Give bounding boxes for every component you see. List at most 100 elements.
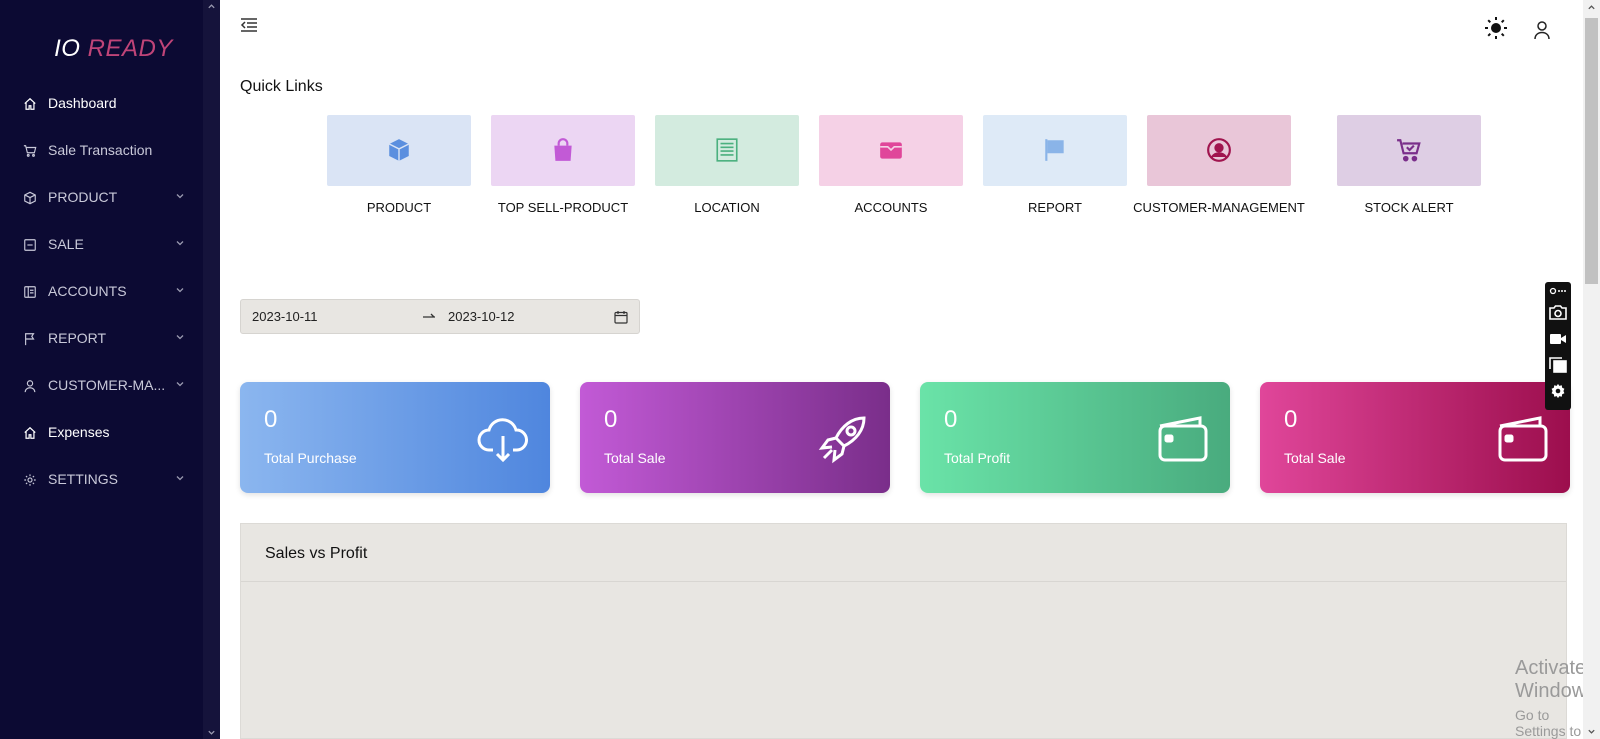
- user-circle-icon: [1207, 138, 1231, 162]
- quick-link-tile[interactable]: [655, 115, 799, 186]
- brand-logo[interactable]: IO READY: [0, 35, 227, 63]
- sun-icon[interactable]: [1484, 16, 1508, 40]
- brand-part-io: IO: [54, 35, 81, 62]
- calendar-icon[interactable]: [614, 310, 628, 324]
- sidebar-item-sale[interactable]: SALE: [0, 225, 203, 265]
- panel-title: Sales vs Profit: [265, 545, 368, 562]
- gear-icon: [24, 474, 36, 486]
- cloud-download-icon: [477, 418, 528, 463]
- quick-link-customer-management[interactable]: CUSTOMER-MANAGEMENT: [1133, 115, 1305, 215]
- sidebar-item-label: Expenses: [48, 424, 110, 440]
- home-icon: [24, 97, 36, 110]
- quick-link-report[interactable]: REPORT: [983, 115, 1127, 215]
- panel-divider: [241, 581, 1566, 582]
- quick-link-tile[interactable]: [983, 115, 1127, 186]
- scroll-up-icon[interactable]: [207, 2, 216, 11]
- chevron-down-icon: [176, 241, 184, 246]
- quick-link-tile[interactable]: [491, 115, 635, 186]
- sidebar-item-label: PRODUCT: [48, 189, 118, 205]
- quick-link-tile[interactable]: [327, 115, 471, 186]
- cube-icon: [24, 191, 36, 205]
- home-icon: [24, 426, 36, 439]
- stat-value: 0: [604, 406, 618, 433]
- wallet-icon: [1498, 416, 1548, 462]
- sidebar-item-sale-transaction[interactable]: Sale Transaction: [0, 131, 203, 171]
- stat-value: 0: [1284, 406, 1298, 433]
- sidebar-item-label: ACCOUNTS: [48, 283, 127, 299]
- stat-card-total-profit[interactable]: 0 Total Profit: [920, 382, 1230, 493]
- cart-check-icon: [1397, 139, 1421, 162]
- user-icon: [24, 380, 36, 393]
- quick-link-accounts[interactable]: ACCOUNTS: [819, 115, 963, 215]
- menu-toggle-icon[interactable]: [240, 17, 258, 33]
- sidebar-item-report[interactable]: REPORT: [0, 319, 203, 359]
- wallet-icon: [880, 142, 902, 159]
- sidebar-item-customer-management[interactable]: CUSTOMER-MA...: [0, 366, 203, 406]
- quick-link-tile[interactable]: [1147, 115, 1291, 186]
- windows-icon[interactable]: [1549, 357, 1567, 373]
- ledger-icon: [24, 286, 36, 298]
- floating-capture-toolbar: [1545, 282, 1571, 410]
- scroll-down-icon[interactable]: [1587, 727, 1596, 736]
- quick-link-stock-alert[interactable]: STOCK ALERT: [1337, 115, 1481, 215]
- stat-value: 0: [264, 406, 278, 433]
- cube-icon: [388, 139, 410, 161]
- scrollbar-thumb[interactable]: [1585, 18, 1598, 284]
- quick-link-location[interactable]: LOCATION: [655, 115, 799, 215]
- quick-links-title: Quick Links: [240, 78, 323, 95]
- quick-link-tile[interactable]: [819, 115, 963, 186]
- scroll-up-icon[interactable]: [1587, 3, 1596, 12]
- more-icon[interactable]: [1549, 286, 1567, 296]
- rocket-icon: [818, 416, 866, 464]
- chevron-down-icon: [176, 194, 184, 199]
- sidebar-item-label: SALE: [48, 236, 84, 252]
- sidebar: IO READY Dashboard Sale Transaction PROD…: [0, 0, 203, 739]
- sidebar-item-settings[interactable]: SETTINGS: [0, 460, 203, 500]
- stat-label: Total Purchase: [264, 450, 357, 466]
- chevron-down-icon: [176, 382, 184, 387]
- flag-icon: [1045, 139, 1064, 161]
- stat-label: Total Profit: [944, 450, 1011, 466]
- shopping-bag-icon: [554, 138, 572, 161]
- date-range-start[interactable]: 2023-10-11: [252, 309, 318, 324]
- sidebar-item-label: REPORT: [48, 330, 107, 346]
- sidebar-item-expenses[interactable]: Expenses: [0, 413, 203, 453]
- sidebar-item-dashboard[interactable]: Dashboard: [0, 84, 203, 124]
- video-icon[interactable]: [1549, 331, 1567, 347]
- stat-label: Total Sale: [1284, 450, 1346, 466]
- quick-link-product[interactable]: PRODUCT: [327, 115, 471, 215]
- sidebar-item-label: CUSTOMER-MA...: [48, 377, 166, 393]
- date-range-end[interactable]: 2023-10-12: [448, 309, 515, 324]
- main-content: Quick Links PRODUCT TOP SELL-PRODUCT LOC…: [220, 0, 1596, 739]
- scroll-down-icon[interactable]: [207, 728, 216, 737]
- arrow-right-icon: [423, 313, 435, 318]
- sidebar-item-product[interactable]: PRODUCT: [0, 178, 203, 218]
- stat-card-total-purchase[interactable]: 0 Total Purchase: [240, 382, 550, 493]
- cart-icon: [23, 145, 37, 157]
- quick-link-label: CUSTOMER-MANAGEMENT: [1133, 200, 1305, 215]
- brand-part-ready: READY: [87, 35, 173, 62]
- stat-card-total-sale[interactable]: 0 Total Sale: [580, 382, 890, 493]
- sales-vs-profit-panel: Sales vs Profit: [240, 523, 1567, 739]
- wallet-icon: [1158, 416, 1208, 462]
- stat-card-total-sale-2[interactable]: 0 Total Sale: [1260, 382, 1570, 493]
- chevron-down-icon: [176, 476, 184, 481]
- sidebar-item-label: SETTINGS: [48, 471, 119, 487]
- minus-square-icon: [24, 239, 36, 251]
- sidebar-scrollbar[interactable]: [203, 0, 220, 739]
- quick-link-label: STOCK ALERT: [1364, 200, 1454, 215]
- sidebar-item-label: Sale Transaction: [48, 142, 153, 158]
- camera-icon[interactable]: [1549, 304, 1567, 320]
- stat-label: Total Sale: [604, 450, 666, 466]
- user-icon[interactable]: [1533, 20, 1551, 40]
- date-range-picker[interactable]: 2023-10-11 2023-10-12: [240, 299, 640, 334]
- page-scrollbar[interactable]: [1583, 0, 1600, 739]
- gear-icon[interactable]: [1549, 383, 1567, 399]
- sidebar-item-label: Dashboard: [48, 95, 117, 111]
- sidebar-item-accounts[interactable]: ACCOUNTS: [0, 272, 203, 312]
- quick-link-top-sell-product[interactable]: TOP SELL-PRODUCT: [491, 115, 635, 215]
- stat-value: 0: [944, 406, 958, 433]
- chevron-down-icon: [176, 288, 184, 293]
- quick-link-tile[interactable]: [1337, 115, 1481, 186]
- list-icon: [716, 138, 738, 162]
